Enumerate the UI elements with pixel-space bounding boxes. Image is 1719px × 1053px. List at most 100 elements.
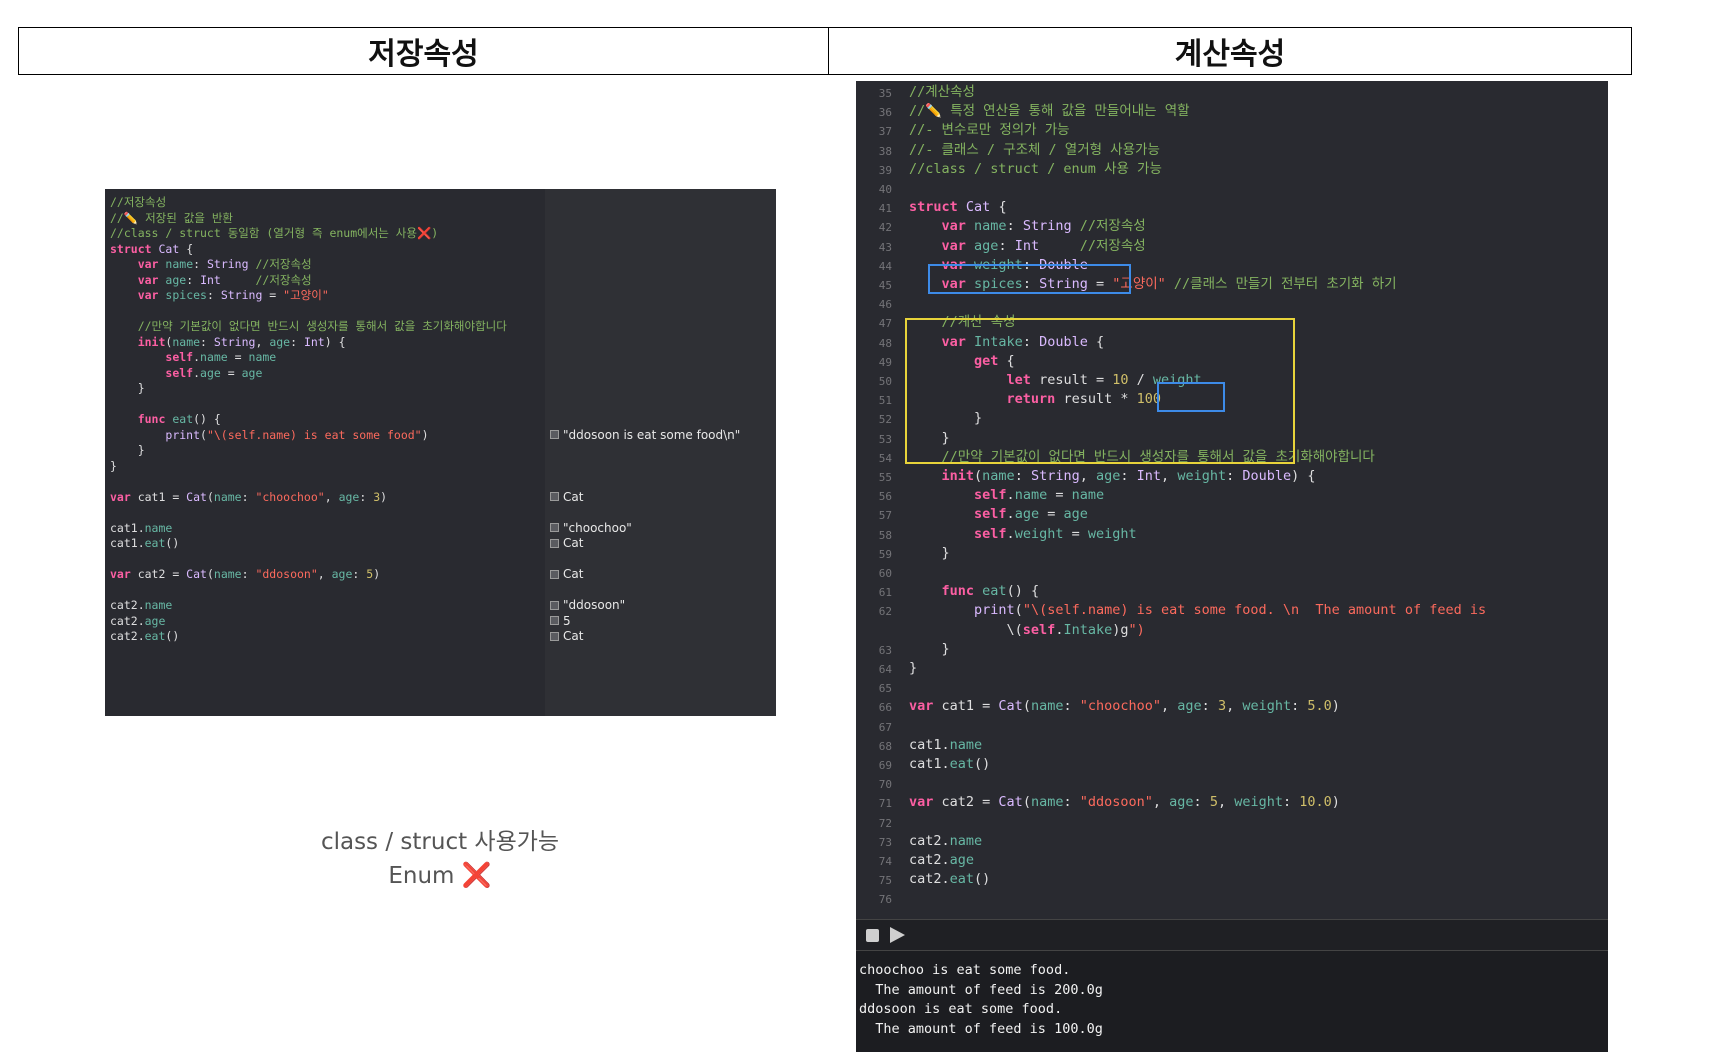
line-number: 51	[878, 394, 892, 408]
line-number: 70	[878, 778, 892, 792]
right-code-line: self.age = age	[974, 506, 1088, 523]
right-code-line: self.weight = weight	[974, 525, 1137, 542]
right-code-line: cat2.age	[909, 852, 975, 868]
left-playground: //저장속성//✏️ 저장된 값을 반환//class / struct 동일함…	[105, 189, 776, 716]
left-code-line: cat2.age	[110, 613, 166, 628]
left-code-line: }	[110, 443, 145, 457]
cross-icon: ❌	[461, 861, 492, 889]
line-number: 37	[878, 125, 892, 139]
result-text: "ddosoon is eat some food\n"	[563, 427, 741, 442]
left-code-line: self.name = name	[165, 350, 277, 364]
line-number: 39	[878, 163, 892, 177]
right-code-line: print("\(self.name) is eat some food. \n…	[974, 602, 1487, 619]
play-icon[interactable]	[890, 927, 905, 943]
result-item[interactable]: 5	[550, 614, 571, 628]
result-item[interactable]: Cat	[550, 490, 583, 504]
quick-look-icon[interactable]	[550, 538, 559, 548]
quick-look-icon[interactable]	[550, 616, 559, 625]
console-line: choochoo is eat some food.	[859, 962, 1071, 978]
quick-look-icon[interactable]	[550, 569, 559, 579]
line-number: 69	[878, 759, 892, 772]
left-code-editor[interactable]: //저장속성//✏️ 저장된 값을 반환//class / struct 동일함…	[105, 189, 545, 716]
console-line: ddosoon is eat some food.	[859, 1001, 1063, 1017]
left-code-line: func eat() {	[137, 412, 221, 426]
line-number: 56	[878, 490, 892, 504]
line-number: 68	[878, 739, 892, 753]
right-code-line: var cat1 = Cat(name: "choochoo", age: 3,…	[909, 698, 1340, 715]
caption-line-2: Enum ❌	[300, 859, 580, 893]
line-number: 43	[878, 240, 892, 254]
left-results-sidebar: "ddosoon is eat some food\n" Cat "choochoo…	[545, 189, 776, 716]
left-code-line: cat1.name	[110, 520, 173, 535]
result-text: Cat	[563, 536, 584, 550]
quick-look-icon[interactable]	[550, 631, 559, 641]
line-number: 49	[878, 355, 892, 369]
console-line: The amount of feed is 200.0g	[859, 981, 1103, 998]
line-number: 64	[878, 663, 892, 676]
line-number: 67	[878, 720, 892, 734]
line-number: 55	[878, 471, 892, 484]
result-text: 5	[563, 613, 571, 628]
line-number: 74	[878, 855, 892, 868]
result-item[interactable]: Cat	[550, 567, 583, 581]
left-code-line: var name: String //저장속성	[137, 257, 312, 271]
line-number: 46	[878, 298, 892, 312]
quick-look-icon[interactable]	[550, 523, 559, 532]
right-code-line: cat2.eat()	[909, 871, 991, 888]
line-number: 47	[878, 317, 892, 331]
line-number: 61	[878, 586, 892, 600]
right-code-line: //✏️ 특정 연산을 통해 값을 만들어내는 역할	[909, 103, 1190, 120]
left-code-line: print("\(self.name) is eat some food")	[165, 427, 429, 442]
right-code-line: var name: String //저장속성	[941, 218, 1146, 235]
result-item[interactable]: Cat	[550, 536, 583, 550]
line-number: 62	[878, 605, 892, 619]
line-number: 57	[878, 509, 892, 523]
quick-look-icon[interactable]	[550, 492, 559, 501]
line-number: 42	[878, 221, 892, 235]
left-code-line: //저장속성	[110, 195, 167, 209]
line-number: 73	[878, 835, 892, 849]
result-text: "choochoo"	[563, 520, 632, 535]
line-number: 35	[878, 87, 892, 100]
right-code-line: init(name: String, age: Int, weight: Dou…	[941, 468, 1316, 484]
result-item[interactable]: Cat	[550, 629, 583, 643]
right-code-line: //계산속성	[909, 84, 975, 100]
left-code-line: cat2.eat()	[110, 629, 180, 643]
line-number: 41	[878, 202, 892, 216]
line-number: 72	[878, 816, 892, 830]
weight-property-highlight	[928, 264, 1131, 294]
line-number: 59	[878, 547, 892, 561]
right-code-line: cat2.name	[909, 832, 983, 849]
result-text: Cat	[563, 629, 584, 643]
right-code-line: }	[909, 544, 950, 561]
right-code-line: self.name = name	[974, 487, 1105, 504]
left-code-line: cat2.name	[110, 598, 173, 612]
line-number: 40	[878, 183, 892, 196]
quick-look-icon[interactable]	[550, 430, 559, 439]
right-code-line: var cat2 = Cat(name: "ddosoon", age: 5, …	[909, 794, 1340, 811]
result-item[interactable]: "ddosoon is eat some food\n"	[550, 428, 740, 442]
left-code-line: //✏️ 저장된 값을 반환	[110, 210, 233, 225]
line-number: 52	[878, 413, 892, 427]
left-code-line: var spices: String = "고양이"	[137, 288, 329, 302]
line-number: 48	[878, 336, 892, 350]
line-number: 63	[878, 643, 892, 657]
right-code-line: struct Cat {	[909, 199, 1007, 216]
left-code-line: cat1.eat()	[110, 536, 180, 550]
console-line: The amount of feed is 100.0g	[859, 1020, 1103, 1037]
stop-icon[interactable]	[866, 929, 879, 942]
left-code-line: var age: Int //저장속성	[137, 272, 312, 287]
right-code-line: }	[909, 640, 950, 657]
left-code-line: }	[110, 381, 145, 395]
right-code-line: }	[909, 660, 918, 676]
line-number: 50	[878, 375, 892, 388]
right-code-line: cat1.eat()	[909, 756, 991, 772]
right-code-editor[interactable]: 35 //계산속성 36 //✏️ 특정 연산을 통해 값을 만들어내는 역할 37 //…	[856, 81, 1608, 919]
header-stored-properties: 저장속성	[18, 27, 829, 75]
left-code-line: //만약 기본값이 없다면 반드시 생성자를 통해서 값을 초기화해야합니다	[137, 319, 507, 333]
line-number: 54	[878, 451, 892, 465]
right-code-line: \(self.Intake)g")	[909, 621, 1145, 638]
result-item[interactable]: "choochoo"	[550, 521, 632, 535]
quick-look-icon[interactable]	[550, 600, 559, 610]
result-item[interactable]: "ddosoon"	[550, 598, 625, 612]
